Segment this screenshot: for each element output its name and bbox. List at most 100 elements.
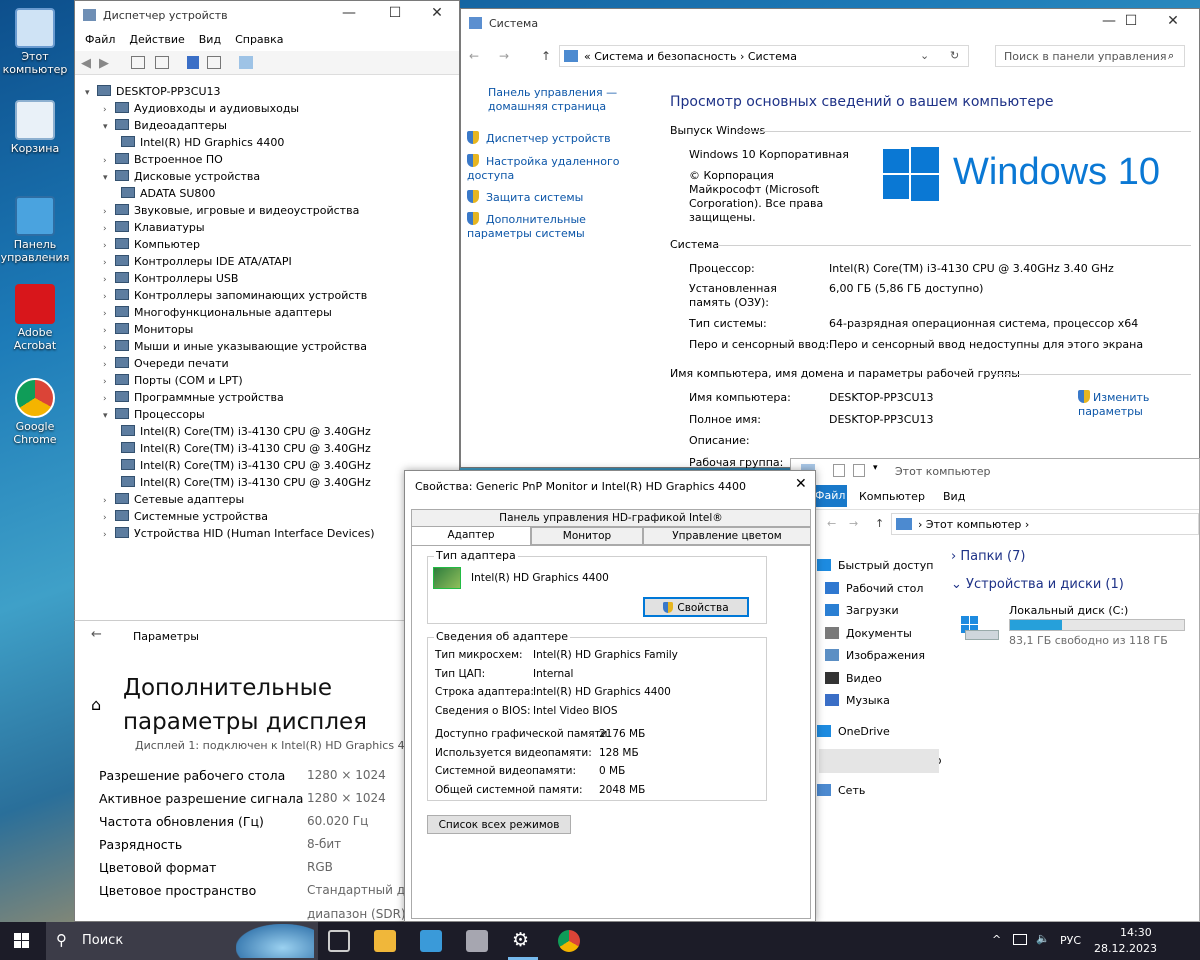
monitor-scan-icon[interactable] xyxy=(239,56,253,69)
nav-item[interactable]: Музыка xyxy=(825,694,890,707)
task-view-icon[interactable] xyxy=(328,930,350,952)
device-tree-item[interactable]: ▾ Дисковые устройства xyxy=(103,168,260,185)
link-advanced[interactable]: Дополнительные параметры системы xyxy=(467,212,647,241)
explorer-address-bar[interactable]: › Этот компьютер › xyxy=(891,513,1199,535)
tree-root[interactable]: ▾ DESKTOP-PP3CU13 xyxy=(85,83,221,100)
taskbar-search[interactable]: ⚲ Поиск xyxy=(46,922,318,960)
breadcrumb-security[interactable]: Система и безопасность xyxy=(594,50,736,63)
folders-group[interactable]: › Папки (7) xyxy=(951,549,1025,564)
tab-adapter[interactable]: Адаптер xyxy=(411,526,531,546)
chevron-down-icon[interactable]: ▾ xyxy=(103,408,115,425)
nav-item[interactable]: Сеть xyxy=(817,784,865,797)
help-icon[interactable] xyxy=(187,56,199,69)
device-tree-item[interactable]: Intel(R) Core(TM) i3-4130 CPU @ 3.40GHz xyxy=(121,457,371,474)
home-icon[interactable]: ⌂ xyxy=(91,695,101,714)
device-tree-item[interactable]: › Контроллеры IDE ATA/ATAPI xyxy=(103,253,292,270)
nav-item[interactable]: Быстрый доступ xyxy=(817,559,934,572)
device-tree-item[interactable]: › Аудиовходы и аудиовыходы xyxy=(103,100,299,117)
nav-item[interactable]: Загрузки xyxy=(825,604,899,617)
back-icon[interactable]: ◀ xyxy=(81,56,91,71)
clock-date[interactable]: 28.12.2023 xyxy=(1094,942,1157,955)
desktop-icon-chrome[interactable]: Google Chrome xyxy=(0,378,70,446)
new-folder-icon[interactable] xyxy=(853,464,865,477)
chevron-right-icon[interactable]: › xyxy=(103,527,115,544)
device-tree-item[interactable]: ▾ Видеоадаптеры xyxy=(103,117,227,134)
list-all-modes-button[interactable]: Список всех режимов xyxy=(427,815,571,834)
tab-intel-panel[interactable]: Панель управления HD-графикой Intel® xyxy=(411,509,811,527)
properties-icon[interactable] xyxy=(131,56,145,69)
ribbon-computer-tab[interactable]: Компьютер xyxy=(859,490,925,503)
device-tree-item[interactable]: Intel(R) HD Graphics 4400 xyxy=(121,134,284,151)
device-tree-item[interactable]: › Системные устройства xyxy=(103,508,268,525)
device-tree-item[interactable]: › Контроллеры запоминающих устройств xyxy=(103,287,367,304)
devices-group[interactable]: ⌄ Устройства и диски (1) xyxy=(951,577,1124,592)
settings-gear-icon[interactable]: ⚙ xyxy=(512,929,529,951)
chevron-down-icon[interactable]: ▾ xyxy=(103,170,115,187)
device-tree-item[interactable]: › Компьютер xyxy=(103,236,200,253)
forward-icon[interactable]: → xyxy=(849,517,858,530)
chevron-down-icon[interactable]: ▾ xyxy=(103,119,115,136)
desktop-icon-control-panel[interactable]: Панель управления xyxy=(0,196,70,264)
device-manager-taskbar-icon[interactable] xyxy=(466,930,488,952)
device-tree-item[interactable]: › Сетевые адаптеры xyxy=(103,491,244,508)
chevron-down-icon[interactable]: ⌄ xyxy=(920,49,929,62)
back-icon[interactable]: ← xyxy=(469,49,479,63)
change-settings-link[interactable]: Изменить параметры xyxy=(1078,390,1168,419)
cp-home-link[interactable]: Панель управления — домашняя страница xyxy=(488,86,628,114)
up-icon[interactable]: ↑ xyxy=(541,49,551,63)
device-tree-item[interactable]: › Порты (COM и LPT) xyxy=(103,372,243,389)
device-tree-item[interactable]: › Мыши и иные указывающие устройства xyxy=(103,338,367,355)
start-button[interactable] xyxy=(14,933,30,949)
device-tree-item[interactable]: › Клавиатуры xyxy=(103,219,205,236)
address-bar[interactable]: « Система и безопасность › Система ⌄ ↻ xyxy=(559,45,969,67)
nav-item[interactable]: Документы xyxy=(825,627,912,640)
nav-item[interactable]: Рабочий стол xyxy=(825,582,923,595)
tab-color-management[interactable]: Управление цветом xyxy=(643,527,811,545)
close-button[interactable]: ✕ xyxy=(795,476,807,492)
breadcrumb-system[interactable]: Система xyxy=(748,50,797,63)
language-indicator[interactable]: РУС xyxy=(1060,934,1081,947)
back-icon[interactable]: ← xyxy=(827,517,836,530)
chevron-down-icon[interactable]: ▾ xyxy=(873,463,878,473)
device-tree-item[interactable]: › Многофункциональные адаптеры xyxy=(103,304,332,321)
device-tree-item[interactable]: › Звуковые, игровые и видеоустройства xyxy=(103,202,359,219)
link-protection[interactable]: Защита системы xyxy=(467,190,583,204)
desktop-icon-recycle-bin[interactable]: Корзина xyxy=(0,100,70,155)
properties-button[interactable]: Свойства xyxy=(643,597,749,617)
update-icon[interactable] xyxy=(207,56,221,69)
file-explorer-icon[interactable] xyxy=(374,930,396,952)
device-tree-item[interactable]: › Контроллеры USB xyxy=(103,270,238,287)
nav-item[interactable]: OneDrive xyxy=(817,725,890,738)
refresh-icon[interactable]: ↻ xyxy=(950,49,959,62)
link-device-manager[interactable]: Диспетчер устройств xyxy=(467,131,611,145)
device-tree-item[interactable]: Intel(R) Core(TM) i3-4130 CPU @ 3.40GHz xyxy=(121,440,371,457)
device-tree-item[interactable]: › Мониторы xyxy=(103,321,193,338)
link-remote[interactable]: Настройка удаленного доступа xyxy=(467,154,627,183)
device-tree-item[interactable]: ADATA SU800 xyxy=(121,185,215,202)
device-tree-item[interactable]: › Очереди печати xyxy=(103,355,229,372)
chrome-taskbar-icon[interactable] xyxy=(558,930,580,952)
up-icon[interactable]: ↑ xyxy=(875,517,884,530)
device-tree-item[interactable]: › Программные устройства xyxy=(103,389,284,406)
back-arrow-icon[interactable]: ← xyxy=(91,627,102,642)
device-tree-item[interactable]: ▾ Процессоры xyxy=(103,406,205,423)
nav-item[interactable]: Изображения xyxy=(825,649,925,662)
minimize-button[interactable]: — xyxy=(327,5,371,21)
chevron-up-icon[interactable]: ^ xyxy=(992,933,1001,946)
volume-icon[interactable]: 🔈 xyxy=(1036,932,1050,945)
ribbon-view-tab[interactable]: Вид xyxy=(943,490,965,503)
network-icon[interactable] xyxy=(1013,934,1027,945)
device-tree-item[interactable]: › Устройства HID (Human Interface Devices… xyxy=(103,525,375,542)
disk-name[interactable]: Локальный диск (C:) xyxy=(1009,604,1128,617)
clock-time[interactable]: 14:30 xyxy=(1120,926,1152,939)
device-tree-item[interactable]: Intel(R) Core(TM) i3-4130 CPU @ 3.40GHz xyxy=(121,474,371,491)
device-tree-item[interactable]: › Встроенное ПО xyxy=(103,151,223,168)
menu-help[interactable]: Справка xyxy=(235,33,283,46)
list-icon[interactable] xyxy=(155,56,169,69)
maximize-button[interactable]: ☐ xyxy=(1109,13,1153,29)
forward-icon[interactable]: → xyxy=(499,49,509,63)
maximize-button[interactable]: ☐ xyxy=(373,5,417,21)
tab-monitor[interactable]: Монитор xyxy=(531,527,643,545)
properties-icon[interactable] xyxy=(833,464,845,477)
desktop-icon-this-pc[interactable]: Этот компьютер xyxy=(0,8,70,76)
